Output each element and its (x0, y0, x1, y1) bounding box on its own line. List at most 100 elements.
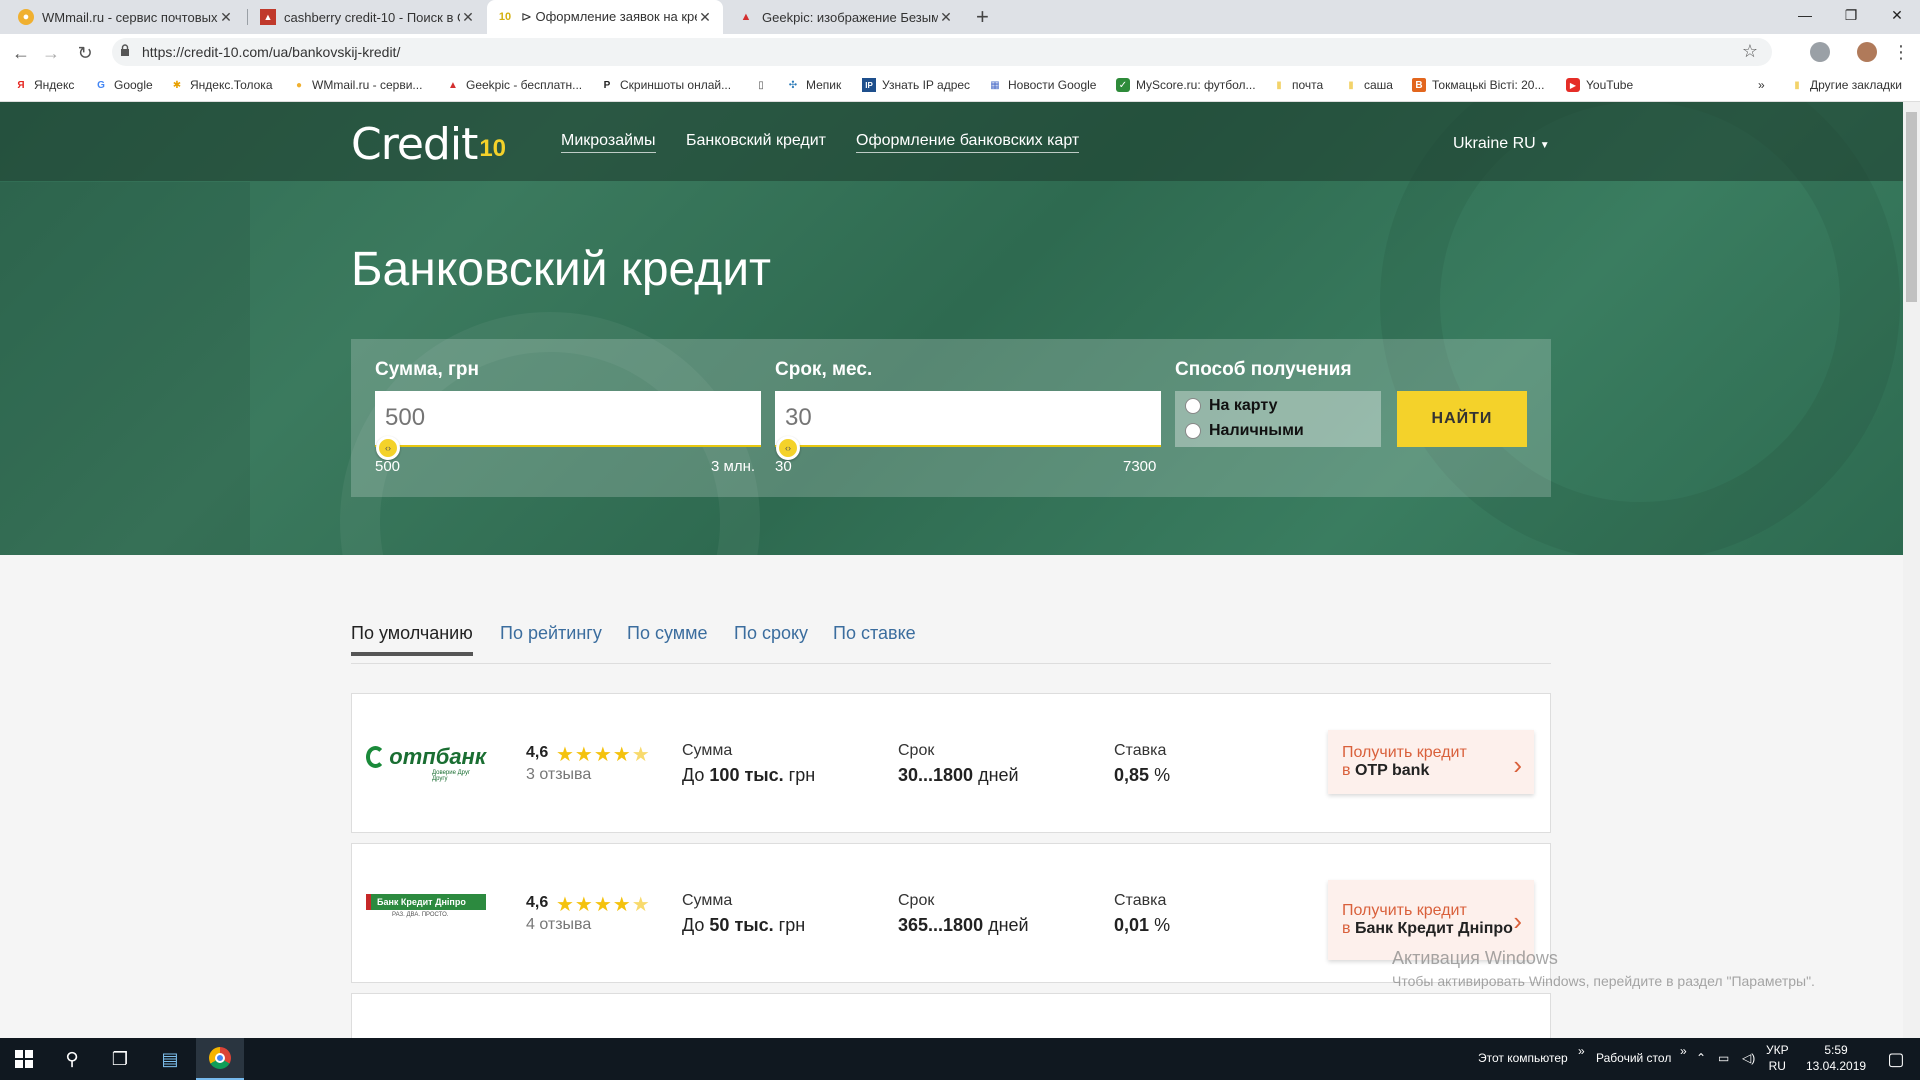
nav-bank-credit[interactable]: Банковский кредит (686, 132, 826, 150)
reviews-count[interactable]: 4 отзыва (526, 916, 591, 934)
browser-tab-geekpic[interactable]: ▲ Geekpic: изображение Безымян ✕ (728, 0, 964, 34)
bookmark-folder-pochta[interactable]: ▮ почта (1272, 78, 1323, 92)
youtube-icon: ▶ (1566, 78, 1580, 92)
bookmark-label: Другие закладки (1810, 78, 1902, 92)
sort-term[interactable]: По сроку (734, 623, 808, 652)
minimize-icon[interactable]: — (1782, 0, 1828, 30)
myscore-icon: ✓ (1116, 78, 1130, 92)
restore-icon[interactable]: ❐ (1828, 0, 1874, 30)
bookmark-ip[interactable]: IP Узнать IP адрес (862, 78, 970, 92)
bookmark-mepik[interactable]: ✣ Мепик (786, 78, 841, 92)
rate-col-label: Ставка (1114, 742, 1167, 759)
task-view-icon[interactable]: ❐ (96, 1038, 144, 1080)
windows-logo-icon (15, 1050, 33, 1068)
bookmark-google[interactable]: G Google (94, 78, 153, 92)
bookmark-folder-sasha[interactable]: ▮ саша (1344, 78, 1393, 92)
browser-tab-google-search[interactable]: ▲ cashberry credit-10 - Поиск в Go ✕ (250, 0, 486, 34)
amount-slider-handle[interactable]: ‹› (376, 436, 400, 460)
term-slider-handle[interactable]: ‹› (776, 436, 800, 460)
chevron-icon: » (1680, 1044, 1687, 1058)
term-col-value: 30...1800 дней (898, 765, 1019, 786)
back-icon[interactable]: ← (8, 40, 34, 66)
bank-name: отпбанк (389, 744, 486, 769)
volume-icon[interactable]: ◁) (1742, 1051, 1755, 1065)
bookmark-tokmak[interactable]: B Токмацькі Вісті: 20... (1412, 78, 1544, 92)
offer-card (351, 993, 1551, 1038)
amount-prefix: До (682, 915, 705, 935)
bookmark-screenshots[interactable]: P Скриншоты онлай... (600, 78, 731, 92)
nav-bank-cards[interactable]: Оформление банковских карт (856, 132, 1080, 153)
profile-avatar-icon[interactable] (1857, 42, 1877, 62)
notepad-app-icon[interactable]: ▤ (146, 1038, 194, 1080)
system-clock[interactable]: 5:59 13.04.2019 (1806, 1042, 1866, 1074)
taskbar-desktop[interactable]: Рабочий стол (1596, 1051, 1671, 1065)
bookmark-google-news[interactable]: ▦ Новости Google (988, 78, 1096, 92)
page-scrollbar[interactable] (1903, 102, 1920, 1038)
chrome-menu-icon[interactable]: ⋮ (1892, 42, 1910, 63)
bookmarks-overflow-icon[interactable]: » (1758, 78, 1765, 92)
sort-rate[interactable]: По ставке (833, 623, 916, 652)
reviews-count[interactable]: 3 отзыва (526, 766, 591, 784)
browser-tab-credit10[interactable]: 10 ⊳ Оформление заявок на креди ✕ (487, 0, 723, 34)
amount-min: 500 (375, 458, 401, 475)
language-label: Ukraine RU (1453, 135, 1536, 152)
extension-globe-icon[interactable] (1810, 42, 1830, 62)
bookmarks-bar: Я Яндекс G Google ✱ Яндекс.Толока ● WMmail.r… (0, 70, 1920, 102)
amount-unit: грн (788, 765, 816, 785)
method-option-card[interactable]: На карту (1185, 397, 1278, 415)
search-icon[interactable]: ⚲ (48, 1038, 96, 1080)
chevron-icon: » (1578, 1044, 1585, 1058)
forward-icon[interactable]: → (38, 40, 64, 66)
otp-bank-logo[interactable]: отпбанк Доверие Друг Другу (366, 744, 486, 782)
activation-title: Активация Windows (1392, 948, 1558, 968)
network-icon[interactable]: ▭ (1718, 1051, 1729, 1065)
nav-microloans[interactable]: Микрозаймы (561, 132, 656, 153)
lang-primary: УКР (1766, 1043, 1789, 1057)
language-indicator[interactable]: УКР RU (1766, 1042, 1789, 1074)
bookmark-star-icon[interactable]: ☆ (1742, 41, 1758, 62)
term-col-label: Срок (898, 892, 935, 909)
bookmark-other[interactable]: ▮ Другие закладки (1790, 78, 1902, 92)
amount-input[interactable] (375, 391, 761, 447)
tab-close-icon[interactable]: ✕ (938, 9, 954, 26)
window-close-icon[interactable]: ✕ (1874, 0, 1920, 30)
new-tab-icon[interactable]: + (976, 4, 989, 30)
taskbar-this-pc[interactable]: Этот компьютер (1478, 1051, 1568, 1065)
tab-close-icon[interactable]: ✕ (460, 9, 476, 26)
bookmark-myscore[interactable]: ✓ MyScore.ru: футбол... (1116, 78, 1256, 92)
bookmark-geekpic[interactable]: ▲ Geekpic - бесплатн... (446, 78, 582, 92)
term-max: 7300 (1123, 458, 1157, 475)
sort-rating[interactable]: По рейтингу (500, 623, 602, 652)
scrollbar-thumb[interactable] (1906, 112, 1917, 302)
find-button[interactable]: НАЙТИ (1397, 391, 1527, 447)
tray-up-arrow-icon[interactable]: ⌃ (1696, 1051, 1706, 1065)
bookmark-wmmail[interactable]: ● WMmail.ru - серви... (292, 78, 422, 92)
image-search-favicon-icon: ▲ (260, 9, 276, 25)
radio-button[interactable] (1185, 423, 1201, 439)
notifications-icon[interactable]: ▢ (1872, 1038, 1920, 1080)
radio-button[interactable] (1185, 398, 1201, 414)
windows-start-icon[interactable] (0, 1038, 48, 1080)
rate-value: 0,85 (1114, 765, 1150, 785)
bookmark-page[interactable]: ▯ (754, 78, 774, 92)
sort-default[interactable]: По умолчанию (351, 623, 473, 656)
bookmark-toloka[interactable]: ✱ Яндекс.Толока (170, 78, 273, 92)
term-input[interactable] (775, 391, 1161, 447)
tab-close-icon[interactable]: ✕ (697, 9, 713, 26)
bookmark-yandex[interactable]: Я Яндекс (14, 78, 74, 92)
browser-tab-wmmail[interactable]: ● WMmail.ru - сервис почтовых р ✕ (8, 0, 244, 34)
language-selector[interactable]: Ukraine RU ▼ (1453, 135, 1550, 153)
bookmark-label: Мепик (806, 78, 842, 92)
bookmark-youtube[interactable]: ▶ YouTube (1566, 78, 1633, 92)
url-input[interactable]: https://credit-10.com/ua/bankovskij-kred… (112, 38, 1772, 66)
credit10-logo[interactable]: Credit 10 (351, 119, 506, 170)
reload-icon[interactable]: ↻ (72, 40, 98, 66)
clock-date: 13.04.2019 (1806, 1059, 1867, 1073)
method-option-cash[interactable]: Наличными (1185, 422, 1304, 440)
tab-close-icon[interactable]: ✕ (218, 9, 234, 26)
kredit-dnipro-logo[interactable]: Банк Кредит Дніпро РАЗ. ДВА. ПРОСТО. (366, 894, 486, 930)
chrome-app-icon[interactable] (196, 1038, 244, 1080)
page-icon: ▯ (758, 79, 764, 91)
get-credit-button[interactable]: Получить кредит в OTP bank › (1328, 730, 1534, 794)
sort-amount[interactable]: По сумме (627, 623, 708, 652)
